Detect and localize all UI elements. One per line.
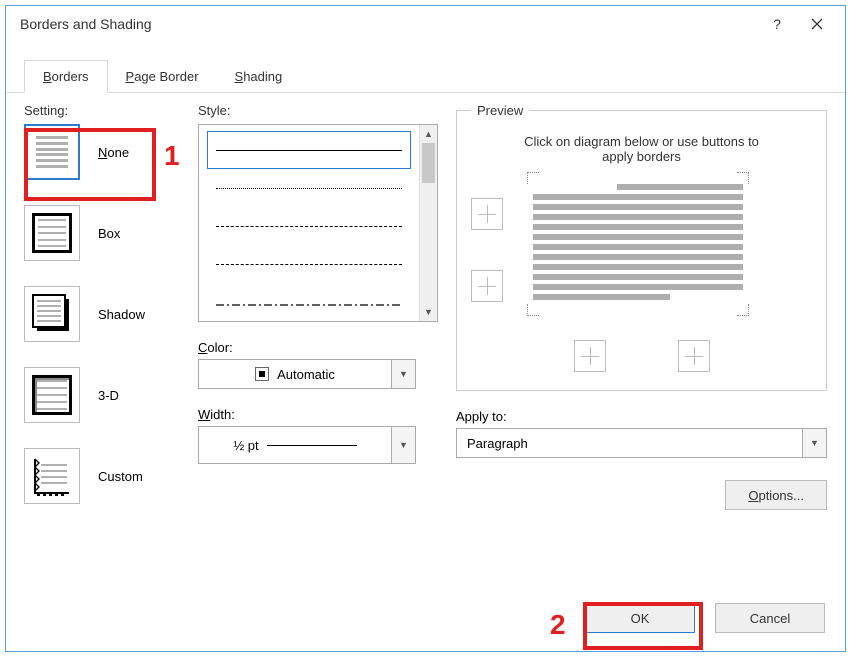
tabs: Borders Page Border Shading (6, 60, 845, 93)
grid-icon (685, 347, 703, 365)
scroll-up-icon[interactable]: ▲ (420, 125, 437, 143)
setting-custom[interactable]: Custom (24, 448, 194, 504)
border-bottom-button[interactable] (471, 270, 503, 302)
preview-legend: Preview (471, 103, 529, 118)
dialog-footer: OK Cancel (585, 603, 825, 633)
apply-to-value: Paragraph (457, 436, 802, 451)
style-scrollbar[interactable]: ▲ ▼ (419, 125, 437, 321)
border-top-button[interactable] (471, 198, 503, 230)
style-label: Style: (198, 103, 438, 118)
grid-icon (478, 277, 496, 295)
border-left-button[interactable] (574, 340, 606, 372)
scroll-track[interactable] (420, 183, 437, 303)
color-label: Color: (198, 340, 438, 355)
setting-none-label: None (98, 145, 129, 160)
setting-box[interactable]: Box (24, 205, 194, 261)
width-dropdown-button[interactable]: ▼ (391, 427, 415, 463)
cancel-button[interactable]: Cancel (715, 603, 825, 633)
grid-icon (581, 347, 599, 365)
color-dropdown-button[interactable]: ▼ (391, 360, 415, 388)
close-button[interactable] (797, 10, 837, 38)
style-dash-dot[interactable] (207, 283, 411, 321)
preview-text: Click on diagram below or use buttons to… (512, 134, 772, 164)
ok-button[interactable]: OK (585, 603, 695, 633)
preview-column: Preview Click on diagram below or use bu… (456, 103, 827, 510)
tab-page-border[interactable]: Page Border (108, 61, 217, 92)
style-dashed[interactable] (207, 245, 411, 283)
titlebar: Borders and Shading ? (6, 6, 845, 42)
paragraph-lines-icon (533, 178, 743, 310)
scroll-thumb[interactable] (422, 143, 435, 183)
width-sample-icon (267, 445, 357, 446)
options-row: Options... (456, 480, 827, 510)
width-dropdown[interactable]: ½ pt ▼ (198, 426, 416, 464)
color-swatch-icon (255, 367, 269, 381)
setting-3d-label: 3-D (98, 388, 119, 403)
style-listbox[interactable]: ▲ ▼ (198, 124, 438, 322)
color-value: Automatic (199, 367, 391, 382)
tab-borders[interactable]: Borders (24, 60, 108, 93)
width-label: Width: (198, 407, 438, 422)
border-side-buttons (471, 198, 503, 310)
preview-area (471, 178, 812, 310)
options-button[interactable]: Options... (725, 480, 827, 510)
setting-box-label: Box (98, 226, 120, 241)
setting-custom-icon (24, 448, 80, 504)
setting-3d-icon (24, 367, 80, 423)
setting-custom-label: Custom (98, 469, 143, 484)
dialog-title: Borders and Shading (20, 16, 757, 32)
content: Setting: None Box (6, 93, 845, 510)
annotation-marker-2: 2 (550, 609, 566, 641)
border-right-button[interactable] (678, 340, 710, 372)
preview-diagram[interactable] (533, 178, 743, 310)
apply-to-button[interactable]: ▼ (802, 429, 826, 457)
annotation-marker-1: 1 (164, 140, 180, 172)
dialog-window: Borders and Shading ? Borders Page Borde… (5, 5, 846, 652)
setting-shadow-label: Shadow (98, 307, 145, 322)
setting-label: Setting: (24, 103, 194, 118)
setting-box-icon (24, 205, 80, 261)
scroll-down-icon[interactable]: ▼ (420, 303, 437, 321)
style-column: Style: ▲ ▼ Color: (198, 103, 438, 510)
preview-group: Preview Click on diagram below or use bu… (456, 103, 827, 391)
apply-to-label: Apply to: (456, 409, 827, 424)
apply-to-dropdown[interactable]: Paragraph ▼ (456, 428, 827, 458)
color-dropdown[interactable]: Automatic ▼ (198, 359, 416, 389)
style-solid[interactable] (207, 131, 411, 169)
tab-shading[interactable]: Shading (217, 61, 301, 92)
help-button[interactable]: ? (757, 10, 797, 38)
width-value: ½ pt (199, 438, 391, 453)
setting-shadow[interactable]: Shadow (24, 286, 194, 342)
style-dotted[interactable] (207, 169, 411, 207)
style-dashed-small[interactable] (207, 207, 411, 245)
setting-none-icon (24, 124, 80, 180)
style-items (199, 125, 419, 321)
setting-shadow-icon (24, 286, 80, 342)
close-icon (811, 18, 823, 30)
setting-3d[interactable]: 3-D (24, 367, 194, 423)
grid-icon (478, 205, 496, 223)
border-lr-buttons (471, 340, 812, 372)
